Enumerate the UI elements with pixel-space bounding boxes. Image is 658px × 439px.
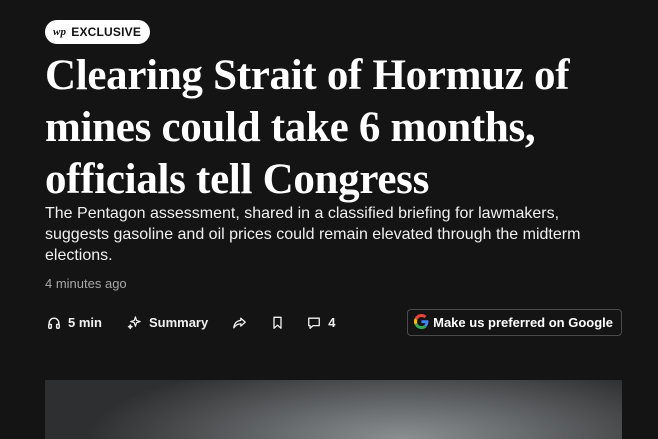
- summary-button[interactable]: Summary: [127, 315, 208, 330]
- wp-logo-icon: wp: [53, 25, 67, 38]
- share-button[interactable]: [232, 316, 247, 330]
- hero-image: [45, 380, 622, 439]
- google-preferred-button[interactable]: Make us preferred on Google: [407, 309, 622, 336]
- headline-line: Clearing Strait of Hormuz of: [45, 52, 570, 99]
- sparkle-icon: [127, 315, 142, 330]
- exclusive-badge: wp EXCLUSIVE: [45, 20, 151, 44]
- article-dek: The Pentagon assessment, shared in a cla…: [45, 205, 581, 264]
- google-preferred-label: Make us preferred on Google: [433, 315, 613, 330]
- comment-icon: [307, 316, 321, 330]
- headline-line: mines could take 6 months,: [45, 104, 536, 151]
- listen-duration: 5 min: [68, 315, 102, 330]
- bookmark-icon: [271, 316, 284, 330]
- share-icon: [232, 316, 247, 330]
- summary-label: Summary: [148, 315, 209, 330]
- headphones-icon: [47, 316, 61, 330]
- timestamp: 4 minutes ago: [45, 276, 127, 291]
- headline: Clearing Strait of Hormuz of mines could…: [45, 50, 615, 206]
- save-button[interactable]: [271, 316, 284, 330]
- exclusive-label: EXCLUSIVE: [71, 25, 142, 39]
- listen-button[interactable]: 5 min: [47, 315, 102, 330]
- headline-line: officials tell Congress: [45, 156, 430, 203]
- comments-button[interactable]: 4: [307, 315, 335, 330]
- comment-count: 4: [328, 315, 336, 330]
- article-page: wp EXCLUSIVE Clearing Strait of Hormuz o…: [0, 0, 658, 439]
- google-g-icon: [414, 313, 429, 332]
- article-toolbar: 5 min Summary 4 Make us preferred on Goo…: [45, 309, 622, 336]
